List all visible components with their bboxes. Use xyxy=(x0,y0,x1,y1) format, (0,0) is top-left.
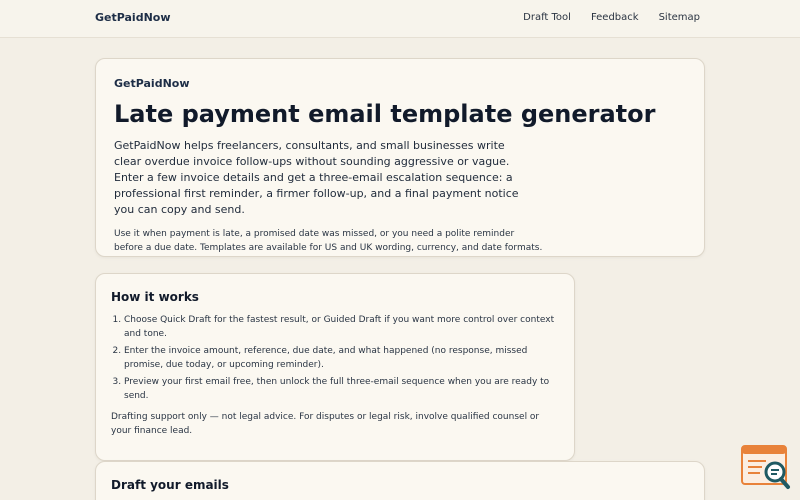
page-title: Late payment email template generator xyxy=(114,100,656,128)
draft-emails-card: Draft your emails xyxy=(95,461,705,500)
nav-link-feedback[interactable]: Feedback xyxy=(591,12,639,23)
hero-sub-paragraph: Use it when payment is late, a promised … xyxy=(114,229,543,253)
brand-logo-text[interactable]: GetPaidNow xyxy=(95,11,171,24)
document-search-icon[interactable] xyxy=(741,445,791,490)
draft-emails-heading: Draft your emails xyxy=(111,478,229,492)
how-it-works-steps: Choose Quick Draft for the fastest resul… xyxy=(111,314,559,403)
step-item-1: Choose Quick Draft for the fastest resul… xyxy=(124,314,559,341)
nav-link-sitemap[interactable]: Sitemap xyxy=(659,12,700,23)
step-item-3: Preview your first email free, then unlo… xyxy=(124,376,559,403)
top-navigation-bar: GetPaidNow Draft Tool Feedback Sitemap xyxy=(0,0,800,38)
main-nav: Draft Tool Feedback Sitemap xyxy=(523,12,700,23)
how-it-works-heading: How it works xyxy=(111,290,199,304)
hero-lead-paragraph: GetPaidNow helps freelancers, consultant… xyxy=(114,139,519,216)
hero-card: GetPaidNow Late payment email template g… xyxy=(95,58,705,257)
hero-eyebrow: GetPaidNow xyxy=(114,77,190,90)
step-item-2: Enter the invoice amount, reference, due… xyxy=(124,345,559,372)
how-it-works-card: How it works Choose Quick Draft for the … xyxy=(95,273,575,461)
nav-link-draft-tool[interactable]: Draft Tool xyxy=(523,12,571,23)
legal-disclaimer: Drafting support only — not legal advice… xyxy=(111,412,540,436)
